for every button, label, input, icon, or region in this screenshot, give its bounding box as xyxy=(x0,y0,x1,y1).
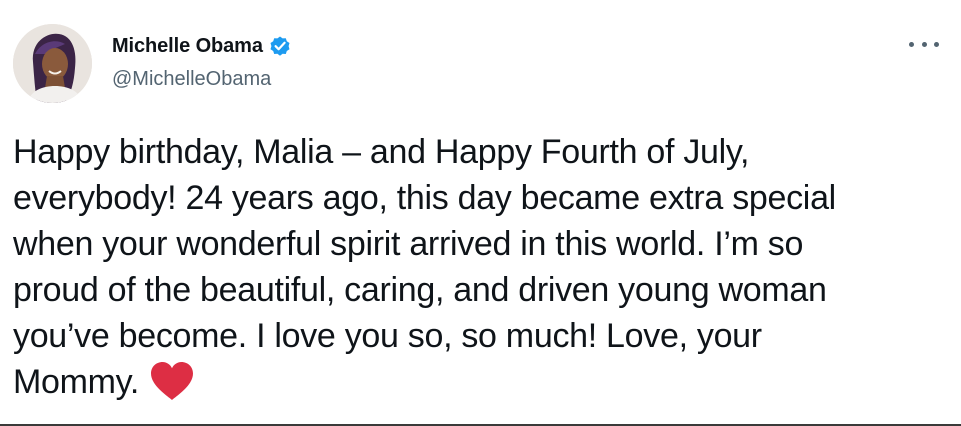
verified-badge-icon xyxy=(268,34,292,58)
more-options-icon[interactable] xyxy=(909,34,939,54)
red-heart-icon xyxy=(149,361,195,401)
author-display-name[interactable]: Michelle Obama xyxy=(112,35,263,58)
tweet-text: Happy birthday, Malia – and Happy Fourth… xyxy=(13,133,836,401)
tweet-text-container: Happy birthday, Malia – and Happy Fourth… xyxy=(13,129,948,405)
author-name-row: Michelle Obama xyxy=(112,33,292,59)
tweet-card: Michelle Obama @MichelleObama Happy birt… xyxy=(0,0,961,426)
more-dot xyxy=(909,41,914,47)
author-handle[interactable]: @MichelleObama xyxy=(112,68,271,91)
more-dot xyxy=(921,41,927,47)
more-dot xyxy=(934,41,939,47)
avatar-image xyxy=(13,24,92,103)
author-avatar[interactable] xyxy=(13,24,92,103)
